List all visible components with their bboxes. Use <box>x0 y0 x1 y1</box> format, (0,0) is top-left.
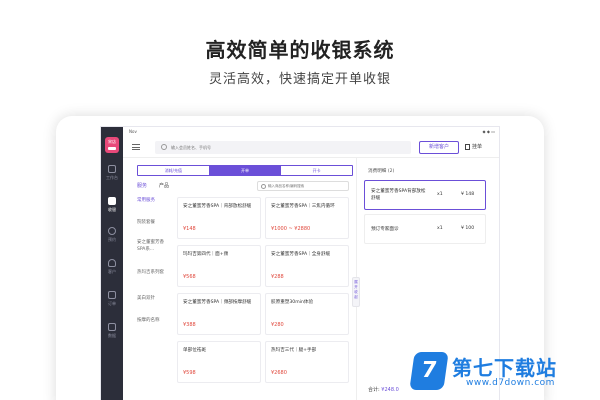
watermark-logo: 7 <box>409 352 449 390</box>
category-item[interactable]: 常用服务 <box>137 197 171 204</box>
cart-item-qty: x1 <box>437 226 443 231</box>
category-item[interactable]: 热玛吉系列套 <box>137 269 171 276</box>
product-card[interactable]: 热玛吉三代｜腿+手部 ¥2680 <box>265 341 349 383</box>
chart-icon <box>108 323 116 331</box>
tab-product[interactable]: 产品 <box>159 182 169 189</box>
total-amount: ¥248.0 <box>381 387 399 393</box>
tab-open-card[interactable]: 开卡 <box>281 166 353 175</box>
product-price: ¥598 <box>183 370 196 376</box>
clock-icon <box>108 227 116 235</box>
product-card[interactable]: 安之董蜜芳香SPA｜背部放松舒缓 ¥148 <box>177 197 261 239</box>
tab-service[interactable]: 服务 <box>137 182 147 189</box>
product-card[interactable]: 安之董蜜芳香SPA｜颈部按摩舒缓 ¥388 <box>177 293 261 335</box>
sidebar: 宋店 工作台 收银 预约 客户 订单 数据 <box>101 127 123 400</box>
add-customer-button[interactable]: 新增客户 <box>419 141 459 154</box>
product-price: ¥568 <box>183 274 196 280</box>
order-icon <box>108 291 116 299</box>
menu-icon[interactable] <box>132 144 140 150</box>
cart-item-amount: ¥ 148 <box>461 192 475 197</box>
store-logo[interactable]: 宋店 <box>105 137 119 153</box>
sidebar-item-customer[interactable]: 客户 <box>101 257 123 279</box>
sidebar-item-cashier[interactable]: 收银 <box>101 195 123 217</box>
sidebar-item-label: 订单 <box>108 301 116 306</box>
total-label: 合计: <box>368 387 380 393</box>
order-total: 合计: ¥248.0 <box>368 386 399 393</box>
sidebar-item-order[interactable]: 订单 <box>101 289 123 311</box>
product-name: 玛玛吉第四代｜面+颈 <box>183 252 229 257</box>
store-logo-tag <box>108 147 116 150</box>
hold-order-button[interactable]: 挂单 <box>465 141 482 154</box>
sidebar-item-label: 工作台 <box>106 175 118 180</box>
sidebar-item-label: 数据 <box>108 333 116 338</box>
sidebar-item-label: 预约 <box>108 237 116 242</box>
product-name: 胶原重塑30min体验 <box>271 300 314 305</box>
product-card[interactable]: 单部位祛斑 ¥598 <box>177 341 261 383</box>
product-card[interactable]: 玛玛吉第四代｜面+颈 ¥568 <box>177 245 261 287</box>
collapse-handle[interactable]: 展开 收起 <box>352 277 360 307</box>
document-icon <box>465 143 470 150</box>
product-price: ¥288 <box>271 274 284 280</box>
category-item[interactable]: 美白双针 <box>137 295 171 302</box>
product-name: 热玛吉三代｜腿+手部 <box>271 348 317 353</box>
category-item[interactable]: 按摩的名称 <box>137 317 171 324</box>
product-name: 安之董蜜芳香SPA｜三焦内循环 <box>271 204 335 209</box>
sidebar-item-appointment[interactable]: 预约 <box>101 225 123 247</box>
cart-item-name: 预订专家面诊 <box>371 227 399 232</box>
product-name: 安之董蜜芳香SPA｜背部放松舒缓 <box>183 204 252 209</box>
cart-line-item[interactable]: 预订专家面诊 x1 ¥ 100 <box>364 214 486 244</box>
status-time: Nov <box>129 129 137 134</box>
watermark-url: www.d7down.com <box>466 378 555 388</box>
dashboard-icon <box>108 165 116 173</box>
product-price: ¥148 <box>183 226 196 232</box>
product-price: ¥280 <box>271 322 284 328</box>
site-watermark: 7 第七下载站 www.d7down.com <box>409 346 598 398</box>
top-bar: 新增客户 挂单 <box>123 136 499 158</box>
cart-item-name: 安之董蜜芳香SPA背部放松舒缓 <box>371 189 426 201</box>
search-icon <box>161 144 167 150</box>
product-name: 单部位祛斑 <box>183 348 206 353</box>
product-name: 安之董蜜芳香SPA｜全身舒缓 <box>271 252 331 257</box>
mode-tabs: 消耗/充值 开单 开卡 <box>137 165 353 176</box>
product-search-input[interactable] <box>268 182 346 190</box>
sidebar-item-label: 客户 <box>108 269 116 274</box>
member-search[interactable] <box>155 141 411 154</box>
store-logo-text: 宋店 <box>108 139 116 144</box>
status-icons: ◆ ◆ ▭ <box>482 129 495 134</box>
product-search[interactable] <box>257 181 349 191</box>
member-search-input[interactable] <box>171 141 401 154</box>
category-item[interactable]: 安之董蜜芳香SPA系... <box>137 239 171 253</box>
customer-icon <box>108 259 116 267</box>
tab-consume-recharge[interactable]: 消耗/充值 <box>138 166 210 175</box>
cart-title: 消费明细 (2) <box>368 169 395 174</box>
cart-line-item[interactable]: 安之董蜜芳香SPA背部放松舒缓 x1 ¥ 148 <box>364 180 486 210</box>
product-card[interactable]: 安之董蜜芳香SPA｜三焦内循环 ¥1000 ~ ¥2880 <box>265 197 349 239</box>
hero-title: 高效简单的收银系统 <box>205 38 395 62</box>
product-card[interactable]: 安之董蜜芳香SPA｜全身舒缓 ¥288 <box>265 245 349 287</box>
sidebar-item-dashboard[interactable]: 工作台 <box>101 163 123 185</box>
watermark-name: 第七下载站 <box>452 356 557 380</box>
product-name: 安之董蜜芳香SPA｜颈部按摩舒缓 <box>183 300 252 305</box>
product-price: ¥1000 ~ ¥2880 <box>271 226 311 232</box>
tab-open-order[interactable]: 开单 <box>209 166 282 175</box>
cart-item-amount: ¥ 100 <box>461 226 475 231</box>
sidebar-item-label: 收银 <box>108 207 116 212</box>
product-price: ¥2680 <box>271 370 287 376</box>
search-icon <box>261 184 266 189</box>
hero-subtitle: 灵活高效，快速搞定开单收银 <box>208 72 391 87</box>
product-price: ¥388 <box>183 322 196 328</box>
category-item[interactable]: 院装套餐 <box>137 219 171 226</box>
status-bar: Nov ◆ ◆ ▭ <box>101 127 499 136</box>
product-card[interactable]: 胶原重塑30min体验 ¥280 <box>265 293 349 335</box>
cashier-icon <box>108 197 116 205</box>
sidebar-item-data[interactable]: 数据 <box>101 321 123 343</box>
cart-item-qty: x1 <box>437 192 443 197</box>
hold-order-label: 挂单 <box>472 144 483 150</box>
